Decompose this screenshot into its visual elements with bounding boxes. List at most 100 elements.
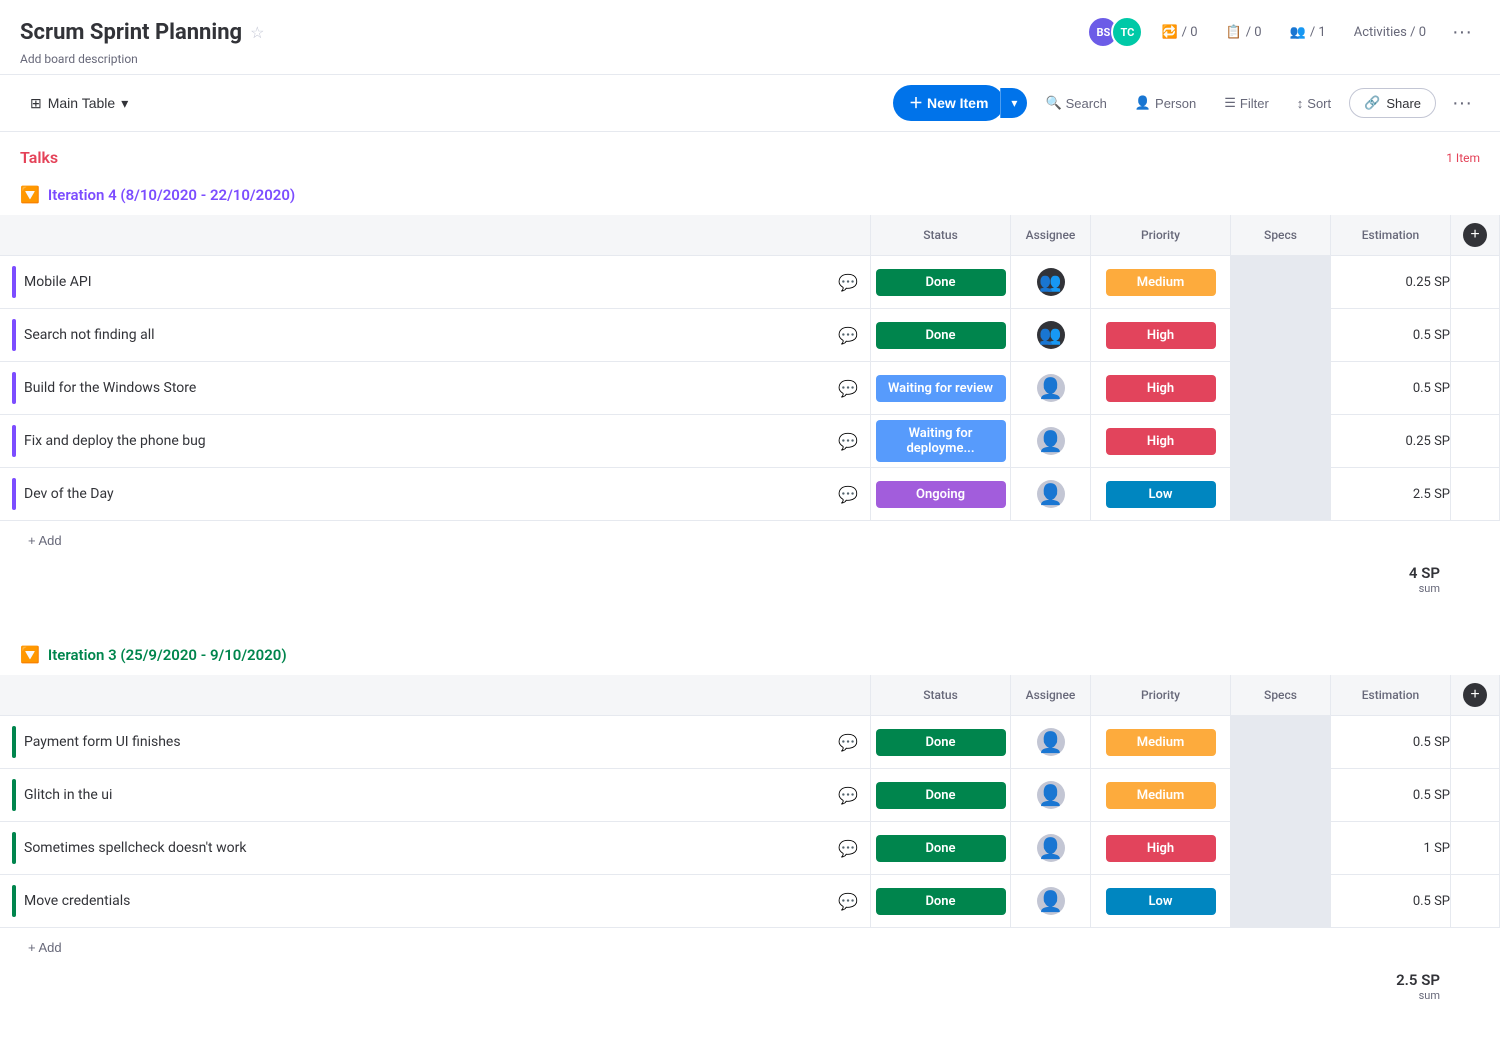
status-badge[interactable]: Done bbox=[876, 729, 1006, 756]
person-button[interactable]: 👤 Person bbox=[1125, 89, 1206, 117]
estimation-cell: 0.25 SP bbox=[1331, 415, 1451, 468]
status-badge[interactable]: Done bbox=[876, 888, 1006, 915]
priority-badge[interactable]: Medium bbox=[1106, 729, 1216, 756]
header: Scrum Sprint Planning ☆ BS TC 🔁 / 0 📋 / … bbox=[0, 0, 1500, 75]
table-row: Search not finding all 💬 Done 👥 High 0.5… bbox=[0, 309, 1500, 362]
task-cell: Sometimes spellcheck doesn't work 💬 bbox=[0, 822, 871, 875]
specs-cell bbox=[1231, 415, 1331, 468]
assignee-cell: 👤 bbox=[1011, 415, 1091, 468]
integrations-value: / 0 bbox=[1246, 25, 1262, 40]
assignee-avatar-empty[interactable]: 👤 bbox=[1037, 728, 1065, 756]
task-name: Build for the Windows Store bbox=[24, 380, 830, 396]
toolbar-more-button[interactable]: ··· bbox=[1444, 88, 1480, 119]
assignee-cell: 👥 bbox=[1011, 256, 1091, 309]
assignee-avatar-empty[interactable]: 👤 bbox=[1037, 781, 1065, 809]
status-badge[interactable]: Done bbox=[876, 322, 1006, 349]
status-badge[interactable]: Done bbox=[876, 269, 1006, 296]
task-cell: Search not finding all 💬 bbox=[0, 309, 871, 362]
title-row: Scrum Sprint Planning ☆ bbox=[20, 20, 264, 45]
sort-button[interactable]: ↕ Sort bbox=[1287, 90, 1341, 117]
comment-icon[interactable]: 💬 bbox=[838, 273, 858, 292]
status-badge[interactable]: Waiting for deployme... bbox=[876, 420, 1006, 462]
task-row-content: Payment form UI finishes 💬 bbox=[12, 726, 858, 758]
status-badge[interactable]: Ongoing bbox=[876, 481, 1006, 508]
members-stat[interactable]: 👥 / 1 bbox=[1280, 21, 1336, 44]
priority-badge[interactable]: High bbox=[1106, 322, 1216, 349]
specs-cell bbox=[1231, 468, 1331, 521]
iteration4-header: 🔽 Iteration 4 (8/10/2020 - 22/10/2020) bbox=[0, 175, 1500, 215]
status-badge[interactable]: Done bbox=[876, 835, 1006, 862]
priority-badge[interactable]: Low bbox=[1106, 481, 1216, 508]
task-row-content: Dev of the Day 💬 bbox=[12, 478, 858, 510]
assignee-cell: 👤 bbox=[1011, 468, 1091, 521]
iter3-sum-label: sum bbox=[60, 989, 1440, 1002]
comment-icon[interactable]: 💬 bbox=[838, 786, 858, 805]
status-cell: Done bbox=[871, 256, 1011, 309]
integrations-stat[interactable]: 📋 / 0 bbox=[1216, 21, 1272, 44]
comment-icon[interactable]: 💬 bbox=[838, 485, 858, 504]
assignee-avatar-empty[interactable]: 👤 bbox=[1037, 480, 1065, 508]
talks-count: 1 Item bbox=[1446, 151, 1480, 165]
iter4-add-button[interactable]: + Add bbox=[20, 529, 70, 552]
avatar-teal[interactable]: TC bbox=[1111, 16, 1143, 48]
task-color-bar bbox=[12, 779, 16, 811]
iter3-sum-value: 2.5 SP bbox=[60, 971, 1440, 989]
new-item-button[interactable]: ＋ New Item bbox=[893, 85, 1004, 121]
comment-icon[interactable]: 💬 bbox=[838, 326, 858, 345]
toolbar-left: ⊞ Main Table ▾ bbox=[20, 89, 138, 118]
comment-icon[interactable]: 💬 bbox=[838, 379, 858, 398]
priority-badge[interactable]: Medium bbox=[1106, 269, 1216, 296]
members-icon: 👥 bbox=[1290, 25, 1306, 40]
table-row: Build for the Windows Store 💬 Waiting fo… bbox=[0, 362, 1500, 415]
add-column-button[interactable]: + bbox=[1463, 683, 1487, 707]
automations-icon: 🔁 bbox=[1161, 25, 1177, 40]
task-row-content: Search not finding all 💬 bbox=[12, 319, 858, 351]
main-table-button[interactable]: ⊞ Main Table ▾ bbox=[20, 89, 138, 118]
iteration3-section: 🔽 Iteration 3 (25/9/2020 - 9/10/2020) St… bbox=[0, 635, 1500, 1018]
new-item-arrow-button[interactable]: ▾ bbox=[1000, 88, 1027, 118]
add-column-button[interactable]: + bbox=[1463, 223, 1487, 247]
iteration3-table: Status Assignee Priority Specs Estimatio… bbox=[0, 675, 1500, 928]
assignee-avatar-empty[interactable]: 👤 bbox=[1037, 374, 1065, 402]
new-item-label: New Item bbox=[927, 95, 988, 111]
iteration4-toggle[interactable]: 🔽 bbox=[20, 185, 40, 205]
filter-label: Filter bbox=[1240, 96, 1269, 111]
assignee-avatar-empty[interactable]: 👤 bbox=[1037, 887, 1065, 915]
assignee-avatar[interactable]: 👥 bbox=[1037, 268, 1065, 296]
iter3-add-button[interactable]: + Add bbox=[20, 936, 70, 959]
status-cell: Ongoing bbox=[871, 468, 1011, 521]
assignee-avatar-empty[interactable]: 👤 bbox=[1037, 427, 1065, 455]
priority-badge[interactable]: High bbox=[1106, 375, 1216, 402]
share-button[interactable]: 🔗 Share bbox=[1349, 88, 1436, 118]
activities-stat[interactable]: Activities / 0 bbox=[1344, 21, 1436, 44]
priority-badge[interactable]: Low bbox=[1106, 888, 1216, 915]
toolbar-right: ＋ New Item ▾ 🔍 Search 👤 Person ☰ Filter … bbox=[893, 85, 1480, 121]
add-col-cell bbox=[1451, 309, 1500, 362]
priority-badge[interactable]: High bbox=[1106, 835, 1216, 862]
star-icon[interactable]: ☆ bbox=[250, 23, 264, 42]
task-cell: Payment form UI finishes 💬 bbox=[0, 716, 871, 769]
iteration4-title: Iteration 4 (8/10/2020 - 22/10/2020) bbox=[48, 186, 295, 204]
col-estimation-3: Estimation bbox=[1331, 675, 1451, 716]
header-more-button[interactable]: ··· bbox=[1444, 17, 1480, 48]
comment-icon[interactable]: 💬 bbox=[838, 839, 858, 858]
automations-stat[interactable]: 🔁 / 0 bbox=[1151, 21, 1207, 44]
assignee-avatar-empty[interactable]: 👤 bbox=[1037, 834, 1065, 862]
filter-button[interactable]: ☰ Filter bbox=[1214, 89, 1279, 117]
comment-icon[interactable]: 💬 bbox=[838, 733, 858, 752]
status-badge[interactable]: Done bbox=[876, 782, 1006, 809]
iteration3-toggle[interactable]: 🔽 bbox=[20, 645, 40, 665]
status-badge[interactable]: Waiting for review bbox=[876, 375, 1006, 402]
priority-badge[interactable]: High bbox=[1106, 428, 1216, 455]
priority-badge[interactable]: Medium bbox=[1106, 782, 1216, 809]
comment-icon[interactable]: 💬 bbox=[838, 892, 858, 911]
assignee-avatar[interactable]: 👥 bbox=[1037, 321, 1065, 349]
board-description[interactable]: Add board description bbox=[20, 52, 1480, 66]
comment-icon[interactable]: 💬 bbox=[838, 432, 858, 451]
col-task bbox=[0, 215, 871, 256]
task-cell: Move credentials 💬 bbox=[0, 875, 871, 928]
activities-label: Activities / 0 bbox=[1354, 25, 1426, 40]
search-button[interactable]: 🔍 Search bbox=[1035, 89, 1116, 117]
task-name: Payment form UI finishes bbox=[24, 734, 830, 750]
add-col-cell bbox=[1451, 769, 1500, 822]
